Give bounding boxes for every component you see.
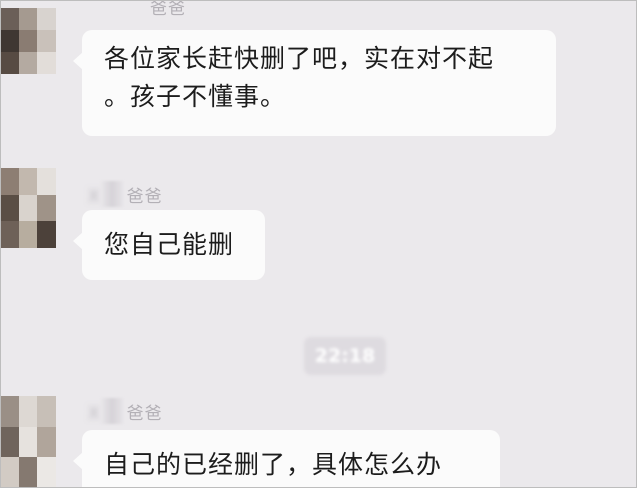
- message-text: 您自己能删: [104, 230, 235, 259]
- sender-name-blurred: [100, 181, 123, 207]
- sender-name-label: 爸爸: [150, 0, 186, 19]
- sender-name-blurred: X: [88, 404, 101, 424]
- message-text: 自己的已经删了，具体怎么办: [104, 450, 443, 479]
- timestamp: 22:18: [304, 337, 386, 375]
- sender-name-label: 爸爸: [126, 404, 163, 424]
- message-text-line: 。孩子不懂事。: [104, 82, 287, 111]
- sender-name: X 爸爸: [88, 398, 163, 424]
- message-bubble[interactable]: 各位家长赶快删了吧，实在对不起 。孩子不懂事。: [73, 30, 556, 136]
- sender-name: X 爸爸: [88, 181, 163, 207]
- message-text-line: 各位家长赶快删了吧，实在对不起: [104, 44, 495, 73]
- avatar[interactable]: [0, 396, 56, 488]
- message-bubble[interactable]: 自己的已经删了，具体怎么办: [73, 430, 500, 488]
- message-bubble[interactable]: 您自己能删: [73, 210, 265, 280]
- avatar[interactable]: [0, 168, 56, 248]
- sender-name-label: 爸爸: [126, 187, 163, 207]
- avatar[interactable]: [0, 8, 56, 74]
- sender-name-blurred: [100, 398, 123, 424]
- sender-name-blurred: X: [88, 187, 101, 207]
- sender-name: 爸爸: [150, 0, 186, 19]
